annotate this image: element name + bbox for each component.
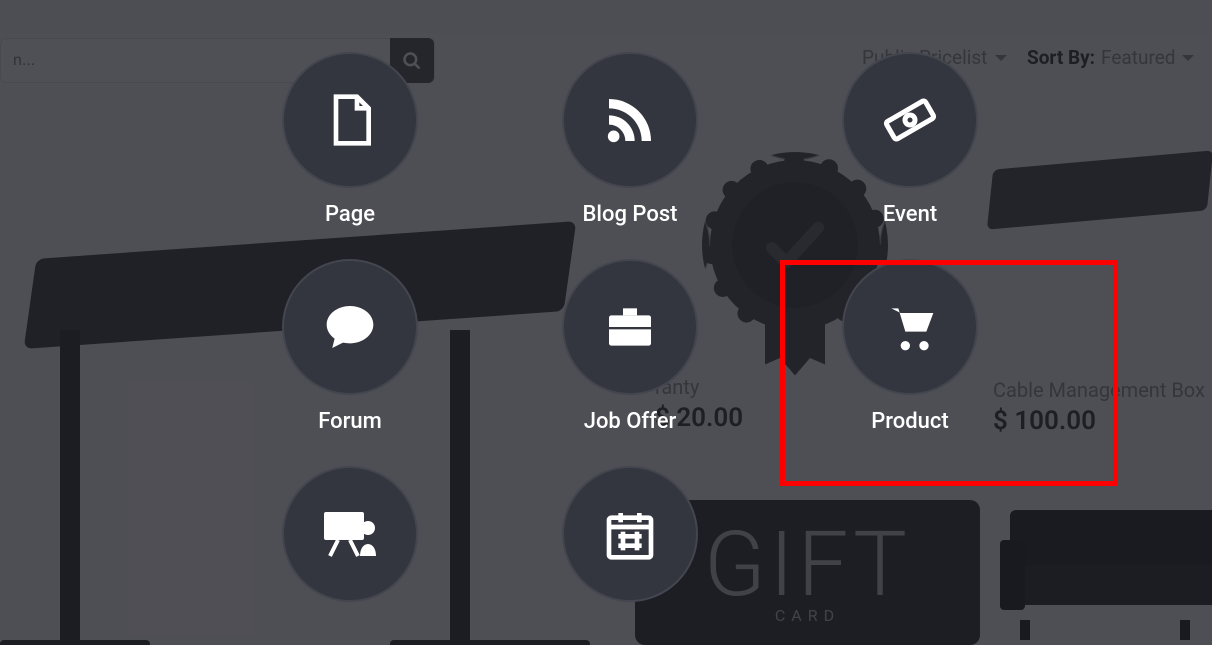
file-icon (322, 92, 378, 148)
option-label: Product (871, 409, 948, 434)
rss-icon (602, 92, 658, 148)
new-content-grid: Page Blog Post Event Forum Job Offer Pro… (240, 52, 1020, 616)
option-event[interactable]: Event (800, 52, 1020, 227)
cart-icon (882, 299, 938, 355)
briefcase-icon (602, 299, 658, 355)
option-label: Event (883, 202, 937, 227)
calendar-icon (602, 506, 658, 562)
presenter-icon (318, 502, 382, 566)
option-course[interactable] (240, 466, 460, 616)
option-blog-post[interactable]: Blog Post (520, 52, 740, 227)
option-label: Forum (318, 409, 382, 434)
option-product[interactable]: Product (800, 259, 1020, 434)
option-page[interactable]: Page (240, 52, 460, 227)
ticket-icon (880, 90, 940, 150)
option-job-offer[interactable]: Job Offer (520, 259, 740, 434)
option-appointment[interactable] (520, 466, 740, 616)
comment-icon (322, 299, 378, 355)
option-label: Blog Post (583, 202, 678, 227)
option-label: Page (325, 202, 375, 227)
option-label: Job Offer (584, 409, 677, 434)
option-forum[interactable]: Forum (240, 259, 460, 434)
